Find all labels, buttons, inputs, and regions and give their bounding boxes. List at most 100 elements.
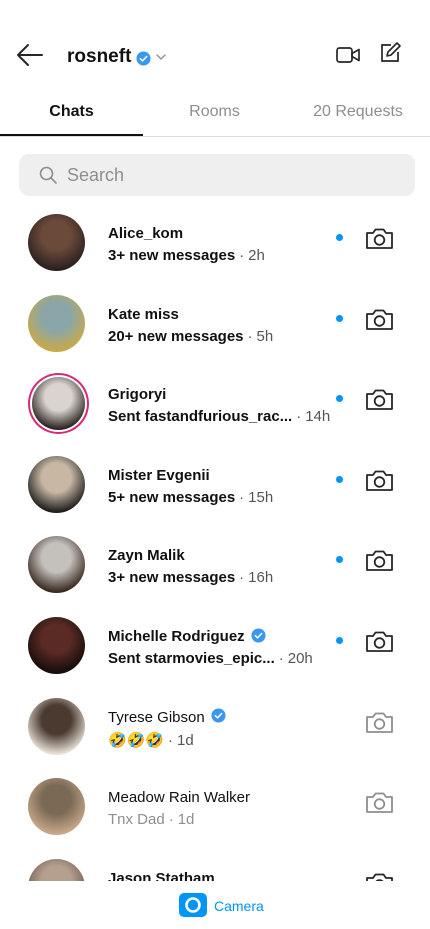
search-input[interactable] [67, 154, 397, 196]
separator-dot: · [296, 408, 302, 426]
avatar[interactable] [28, 778, 85, 836]
account-title[interactable]: rosneft [67, 46, 131, 68]
chat-row[interactable]: Grigoryi Sent fastandfurious_rac... · 14h [0, 362, 430, 443]
chat-name: Alice_kom [108, 225, 183, 242]
message-preview: 20+ new messages [108, 327, 244, 345]
avatar-image [28, 858, 85, 881]
top-bar: rosneft [0, 0, 430, 90]
camera-icon[interactable] [364, 226, 395, 251]
timestamp: 20h [287, 649, 313, 667]
chat-name: Michelle Rodriguez [108, 627, 266, 645]
bottom-bar: Camera [0, 881, 430, 929]
camera-icon[interactable] [364, 710, 395, 735]
chat-preview: 🤣🤣🤣 · 1d [108, 731, 194, 749]
chat-name-text: Meadow Rain Walker [108, 789, 250, 807]
timestamp: 2h [248, 247, 265, 264]
separator-dot: · [278, 649, 284, 667]
separator-dot: · [239, 569, 245, 587]
camera-button-label[interactable]: Camera [214, 898, 264, 914]
camera-icon[interactable] [364, 468, 395, 493]
avatar[interactable] [28, 294, 85, 352]
chat-name-text: Kate miss [108, 305, 179, 323]
unread-indicator [336, 234, 343, 241]
camera-icon[interactable] [364, 871, 395, 881]
chat-preview: 3+ new messages · 16h [108, 569, 273, 586]
chat-name-text: Alice_kom [108, 225, 184, 242]
message-preview: 3+ new messages [108, 569, 236, 587]
back-arrow-icon[interactable] [14, 40, 46, 70]
chat-name: Meadow Rain Walker [108, 789, 250, 806]
chat-row[interactable]: Jason Statham [0, 846, 430, 881]
verified-badge-icon [211, 708, 226, 723]
compose-icon[interactable] [378, 41, 402, 65]
timestamp: 1d [177, 811, 195, 829]
chat-name-text: Grigoryi [108, 386, 167, 404]
camera-icon[interactable] [364, 307, 395, 332]
chat-name: Mister Evgenii [108, 467, 210, 484]
separator-dot: · [168, 731, 174, 749]
chat-name: Zayn Malik [108, 547, 185, 564]
separator-dot: · [239, 247, 245, 264]
chat-name: Kate miss [108, 306, 179, 323]
search-icon [39, 166, 57, 184]
chat-row[interactable]: Meadow Rain Walker Tnx Dad · 1d [0, 765, 430, 846]
separator-dot: · [168, 811, 174, 829]
unread-indicator [336, 395, 343, 403]
message-preview: 3+ new messages [108, 247, 236, 264]
camera-icon[interactable] [364, 387, 395, 412]
unread-indicator [336, 314, 343, 322]
chat-row[interactable]: Mister Evgenii 5+ new messages · 15h [0, 443, 430, 524]
unread-indicator [336, 475, 343, 483]
avatar[interactable] [28, 697, 85, 755]
timestamp: 16h [248, 569, 274, 587]
avatar-image [28, 294, 85, 352]
chat-row[interactable]: Michelle Rodriguez Sent starmovies_epic..… [0, 604, 430, 685]
unread-indicator [336, 556, 343, 564]
message-preview: 5+ new messages [108, 488, 236, 506]
avatar[interactable] [32, 377, 85, 431]
chat-preview: 20+ new messages · 5h [108, 328, 273, 345]
avatar[interactable] [28, 536, 85, 594]
camera-icon[interactable] [364, 790, 395, 815]
message-preview: Tnx Dad [108, 811, 165, 829]
chat-name: Jason Statham [108, 870, 215, 881]
timestamp: 1d [177, 731, 194, 749]
avatar-image [28, 536, 85, 594]
timestamp: 14h [305, 408, 331, 426]
message-preview: Sent fastandfurious_rac... [108, 408, 293, 426]
chat-name-text: Jason Statham [108, 869, 215, 881]
active-tab-indicator [0, 134, 143, 136]
chat-preview: Sent fastandfurious_rac... · 14h [108, 408, 330, 425]
chat-preview: Tnx Dad · 1d [108, 811, 194, 828]
avatar[interactable] [28, 858, 85, 881]
chat-preview: 5+ new messages · 15h [108, 489, 273, 506]
camera-icon[interactable] [364, 548, 395, 573]
chat-name-text: Tyrese Gibson [108, 708, 205, 726]
chat-row[interactable]: Zayn Malik 3+ new messages · 16h [0, 523, 430, 604]
avatar[interactable] [28, 214, 85, 271]
tab-rooms[interactable]: Rooms [143, 103, 286, 121]
avatar[interactable] [28, 616, 85, 674]
search-bar[interactable] [19, 154, 415, 196]
camera-icon[interactable] [179, 893, 207, 917]
chat-row[interactable]: Kate miss 20+ new messages · 5h [0, 282, 430, 363]
video-camera-icon[interactable] [335, 45, 361, 65]
camera-icon[interactable] [364, 629, 395, 654]
tab-chats[interactable]: Chats [0, 103, 143, 121]
chat-preview: Sent starmovies_epic... · 20h [108, 650, 313, 667]
chat-row[interactable]: Alice_kom 3+ new messages · 2h [0, 201, 430, 282]
tab-requests[interactable]: 20 Requests [286, 103, 430, 121]
chat-name-text: Michelle Rodriguez [108, 627, 245, 645]
verified-badge-icon [136, 51, 151, 66]
avatar[interactable] [28, 455, 85, 513]
chevron-down-icon[interactable] [155, 51, 167, 63]
chat-row[interactable]: Tyrese Gibson 🤣🤣🤣 · 1d [0, 685, 430, 766]
timestamp: 5h [256, 327, 274, 345]
chat-name-text: Mister Evgenii [108, 466, 210, 484]
avatar-image [28, 214, 85, 271]
chat-name: Tyrese Gibson [108, 708, 226, 726]
tab-bar: Chats Rooms 20 Requests [0, 90, 430, 137]
chat-name: Grigoryi [108, 386, 166, 403]
message-preview: Sent starmovies_epic... [108, 649, 275, 667]
chat-list: Alice_kom 3+ new messages · 2h Kate miss 20+ … [0, 201, 430, 881]
